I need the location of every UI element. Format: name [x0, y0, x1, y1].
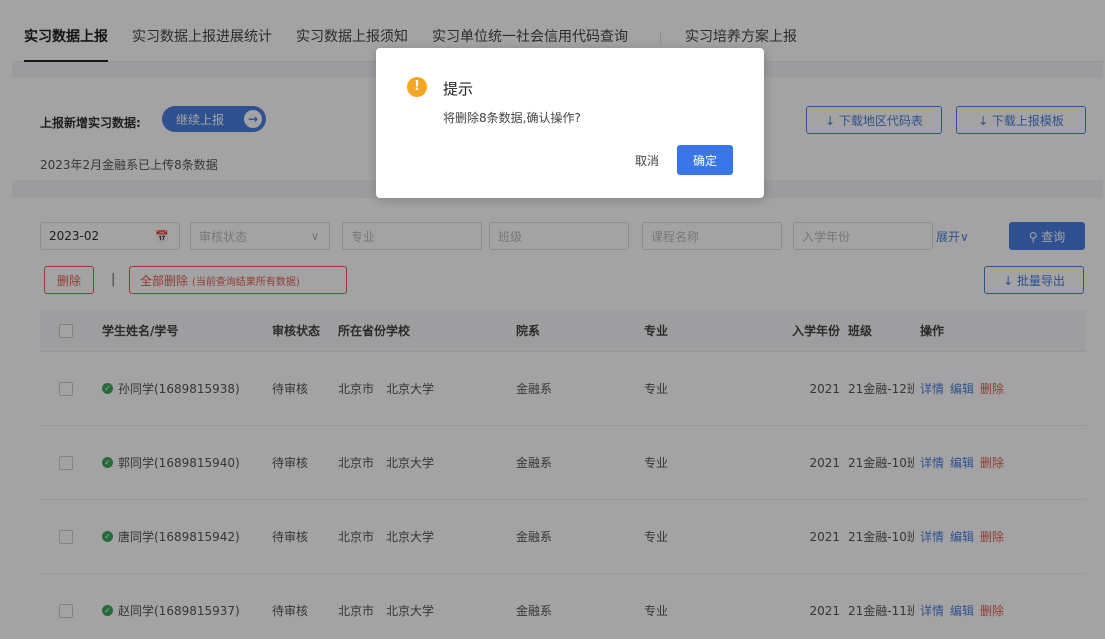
confirm-dialog: ! 提示 将删除8条数据,确认操作? 取消 确定 [376, 48, 764, 198]
warning-icon: ! [407, 77, 427, 97]
confirm-button[interactable]: 确定 [677, 145, 733, 175]
dialog-message: 将删除8条数据,确认操作? [443, 111, 581, 125]
dialog-title: 提示 [443, 80, 474, 98]
cancel-button[interactable]: 取消 [624, 145, 670, 175]
